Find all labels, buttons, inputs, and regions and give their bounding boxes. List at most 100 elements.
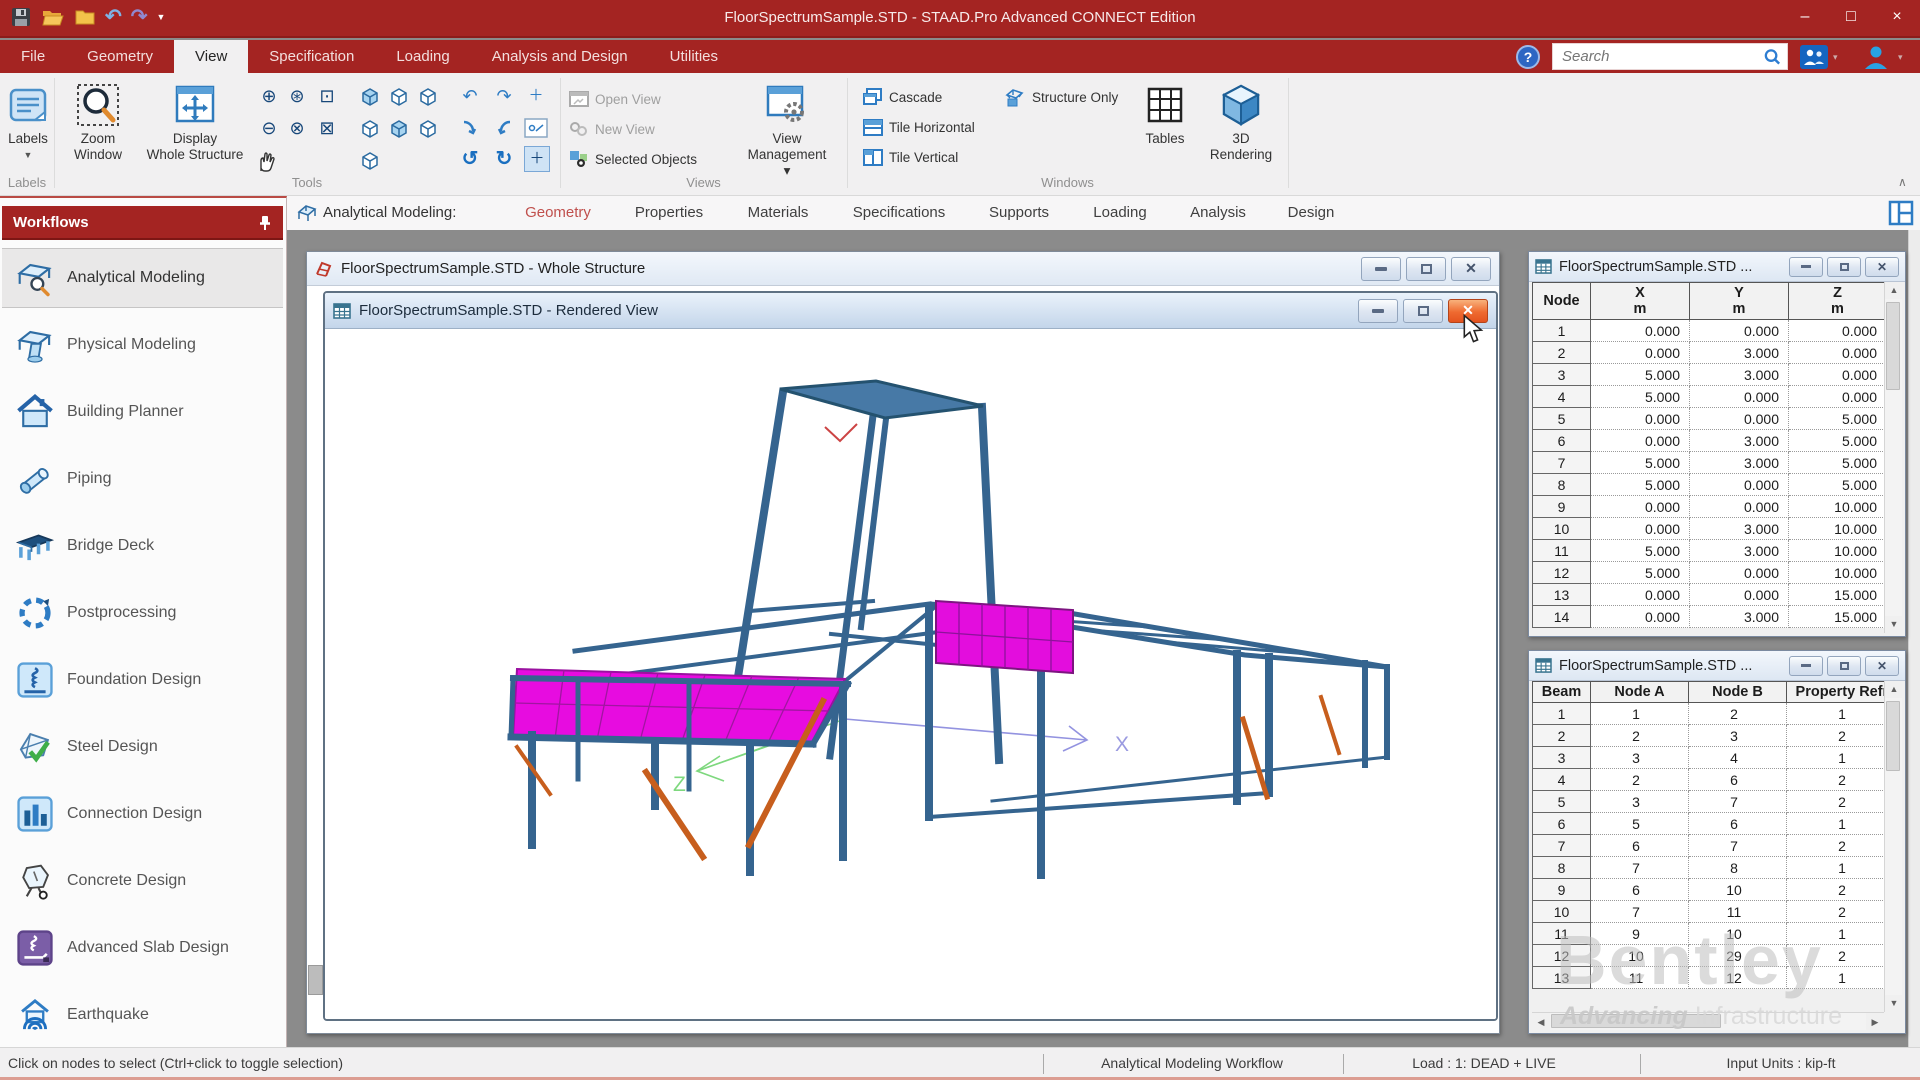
view-cube-rotate-icon[interactable] (359, 149, 381, 171)
whole-structure-minimize-button[interactable] (1361, 257, 1401, 281)
view-cube-iso-icon[interactable] (359, 117, 381, 139)
pan-hand-icon[interactable] (254, 149, 278, 173)
row-header-cell[interactable]: 5 (1533, 408, 1591, 430)
scroll-up-icon[interactable]: ▲ (1885, 681, 1903, 698)
data-cell[interactable]: 6 (1689, 769, 1787, 791)
row-header-cell[interactable]: 13 (1533, 584, 1591, 606)
row-header-cell[interactable]: 8 (1533, 857, 1591, 879)
data-cell[interactable]: 3.000 (1690, 342, 1789, 364)
tab-design[interactable]: Design (1288, 204, 1335, 221)
view-cube-side-icon[interactable] (417, 85, 439, 107)
menu-loading[interactable]: Loading (375, 40, 470, 73)
row-header-cell[interactable]: 1 (1533, 320, 1591, 342)
data-cell[interactable]: 2 (1591, 725, 1689, 747)
data-cell[interactable]: 1 (1591, 703, 1689, 725)
scroll-down-icon[interactable]: ▼ (1885, 616, 1903, 633)
data-cell[interactable]: 0.000 (1591, 518, 1690, 540)
data-cell[interactable]: 2 (1787, 725, 1887, 747)
user-icon[interactable] (1862, 43, 1890, 71)
row-header-cell[interactable]: 3 (1533, 747, 1591, 769)
view-angle-icon[interactable] (524, 118, 548, 138)
spin-left-icon[interactable]: ↺ (458, 147, 482, 171)
whole-structure-maximize-button[interactable] (1406, 257, 1446, 281)
labels-button[interactable]: Labels ▼ (2, 79, 54, 163)
data-cell[interactable]: 0.000 (1690, 386, 1789, 408)
data-cell[interactable]: 12 (1689, 967, 1787, 989)
row-header-cell[interactable]: 11 (1533, 540, 1591, 562)
tab-properties[interactable]: Properties (635, 204, 703, 221)
data-cell[interactable]: 9 (1591, 923, 1689, 945)
data-cell[interactable]: 2 (1591, 769, 1689, 791)
community-icon[interactable] (1800, 45, 1828, 69)
beam-table-maximize-button[interactable] (1827, 656, 1861, 676)
menu-analysis-design[interactable]: Analysis and Design (471, 40, 649, 73)
zoom-window-button[interactable]: Zoom Window (58, 79, 138, 163)
data-cell[interactable]: 3.000 (1690, 540, 1789, 562)
tile-horizontal-button[interactable]: Tile Horizontal (863, 116, 975, 138)
data-cell[interactable]: 5.000 (1591, 364, 1690, 386)
row-header-cell[interactable]: 6 (1533, 430, 1591, 452)
row-header-cell[interactable]: 12 (1533, 562, 1591, 584)
sidebar-item-concrete-design[interactable]: Concrete Design (2, 851, 283, 911)
data-cell[interactable]: 4 (1689, 747, 1787, 769)
menu-view[interactable]: View (174, 40, 248, 73)
data-cell[interactable]: 0.000 (1591, 320, 1690, 342)
new-view-button[interactable]: New View (569, 118, 655, 140)
data-cell[interactable]: 1 (1787, 747, 1887, 769)
rendered-view-maximize-button[interactable] (1403, 299, 1443, 323)
whole-structure-titlebar[interactable]: FloorSpectrumSample.STD - Whole Structur… (307, 252, 1499, 286)
data-cell[interactable]: 0.000 (1690, 584, 1789, 606)
row-header-cell[interactable]: 10 (1533, 901, 1591, 923)
menu-geometry[interactable]: Geometry (66, 40, 174, 73)
data-cell[interactable]: 1 (1787, 703, 1887, 725)
data-cell[interactable]: 0.000 (1789, 386, 1887, 408)
pin-icon[interactable] (256, 214, 274, 232)
rotate-right-icon[interactable]: ↷ (492, 84, 516, 108)
panel-layout-icon[interactable] (1888, 200, 1914, 226)
data-cell[interactable]: 5.000 (1591, 474, 1690, 496)
data-cell[interactable]: 10.000 (1789, 496, 1887, 518)
node-table-maximize-button[interactable] (1827, 257, 1861, 277)
data-cell[interactable]: 11 (1591, 967, 1689, 989)
tab-geometry[interactable]: Geometry (525, 204, 591, 221)
data-cell[interactable]: 5.000 (1591, 386, 1690, 408)
scroll-right-icon[interactable]: ▶ (1866, 1013, 1884, 1031)
scroll-up-icon[interactable]: ▲ (1885, 282, 1903, 299)
tile-vertical-button[interactable]: Tile Vertical (863, 146, 958, 168)
data-cell[interactable]: 5.000 (1789, 430, 1887, 452)
tab-loading[interactable]: Loading (1093, 204, 1146, 221)
data-cell[interactable]: 0.000 (1591, 430, 1690, 452)
sidebar-item-earthquake[interactable]: Earthquake (2, 985, 283, 1045)
node-table-titlebar[interactable]: FloorSpectrumSample.STD ... ✕ (1529, 252, 1905, 282)
collapse-ribbon-icon[interactable]: ∧ (1898, 175, 1907, 189)
data-cell[interactable]: 15.000 (1789, 584, 1887, 606)
data-cell[interactable]: 10.000 (1789, 562, 1887, 584)
spin-right-icon[interactable]: ↻ (492, 147, 516, 171)
data-cell[interactable]: 0.000 (1690, 562, 1789, 584)
row-header-cell[interactable]: 7 (1533, 835, 1591, 857)
data-cell[interactable]: 3.000 (1690, 430, 1789, 452)
data-cell[interactable]: 0.000 (1789, 364, 1887, 386)
data-cell[interactable]: 2 (1787, 791, 1887, 813)
data-cell[interactable]: 6 (1689, 813, 1787, 835)
user-caret-icon[interactable]: ▾ (1898, 52, 1903, 63)
view-cube-top-icon[interactable] (388, 85, 410, 107)
beam-table-close-button[interactable]: ✕ (1865, 656, 1899, 676)
row-header-cell[interactable]: 7 (1533, 452, 1591, 474)
beam-table-minimize-button[interactable] (1789, 656, 1823, 676)
help-icon[interactable]: ? (1516, 45, 1540, 69)
sidebar-item-physical-modeling[interactable]: Physical Modeling (2, 315, 283, 375)
sidebar-item-connection-design[interactable]: Connection Design (2, 784, 283, 844)
row-header-cell[interactable]: 9 (1533, 879, 1591, 901)
3d-rendering-button[interactable]: 3D Rendering (1200, 79, 1282, 163)
data-cell[interactable]: 3.000 (1690, 518, 1789, 540)
data-cell[interactable]: 5.000 (1789, 452, 1887, 474)
select-cursor-icon[interactable]: ＋ (524, 84, 548, 108)
data-cell[interactable]: 7 (1689, 835, 1787, 857)
data-cell[interactable]: 3 (1689, 725, 1787, 747)
pan-mode-button[interactable]: ＋ (524, 146, 550, 172)
data-cell[interactable]: 0.000 (1789, 320, 1887, 342)
tab-supports[interactable]: Supports (989, 204, 1049, 221)
sidebar-item-foundation-design[interactable]: Foundation Design (2, 650, 283, 710)
beam-table-titlebar[interactable]: FloorSpectrumSample.STD ... ✕ (1529, 651, 1905, 681)
